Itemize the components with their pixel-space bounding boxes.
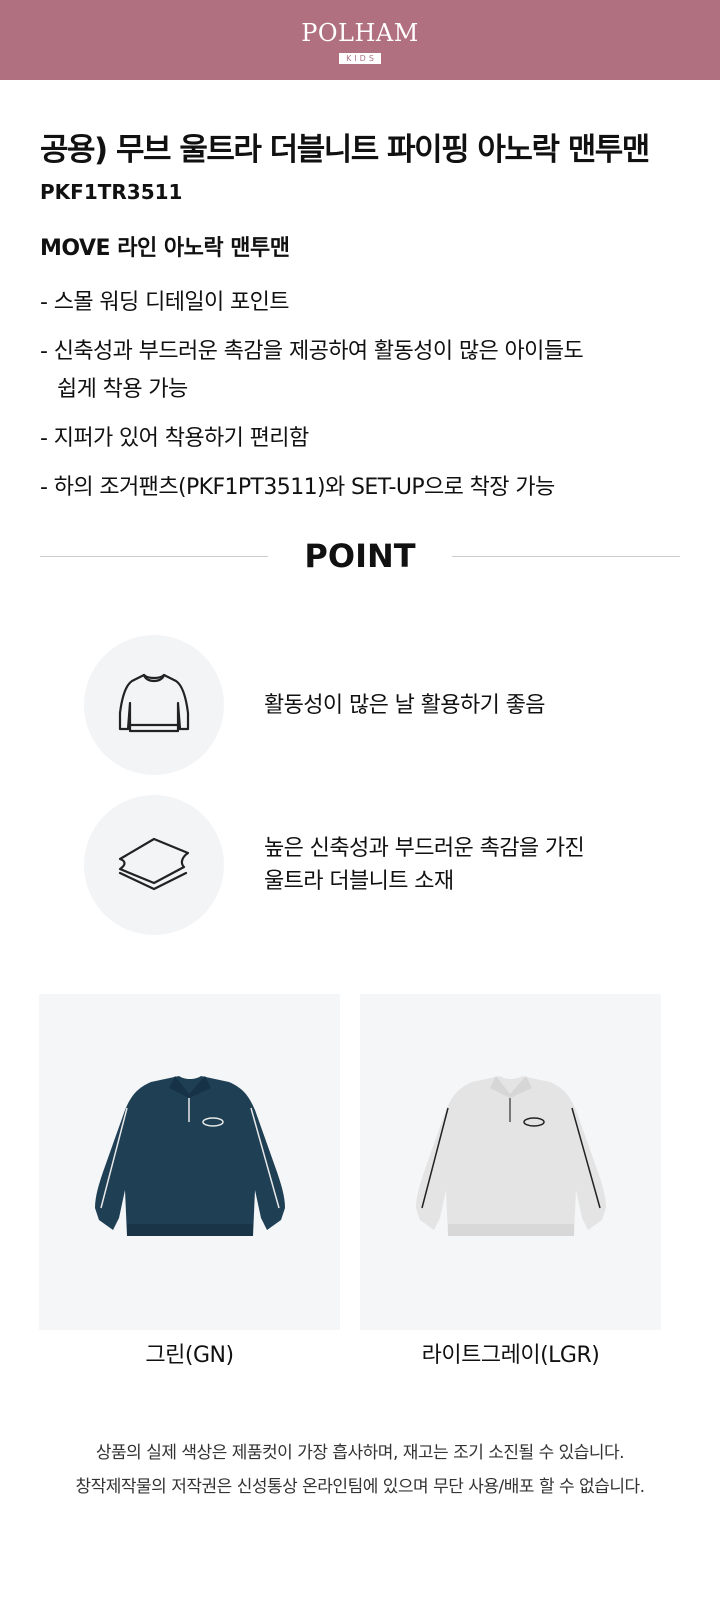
divider-right [452,556,680,557]
color-option-light-gray[interactable] [360,994,661,1330]
feature-list: - 스몰 워딩 디테일이 포인트 - 신축성과 부드러운 촉감을 제공하여 활동… [40,284,680,518]
feature-item: - 지퍼가 있어 착용하기 편리함 [40,426,309,451]
point-text-line: 높은 신축성과 부드러운 촉감을 가진 [264,836,585,861]
color-label-light-gray: 라이트그레이(LGR) [421,1343,600,1368]
feature-item: - 신축성과 부드러운 촉감을 제공하여 활동성이 많은 아이들도 쉽게 착용 … [40,333,680,409]
green-sweatshirt-image [95,1076,285,1236]
brand-logo[interactable]: POLHAM KIDS [0,20,720,65]
brand-header: POLHAM KIDS [0,0,720,80]
product-subtitle: MOVE 라인 아노락 맨투맨 [40,236,290,261]
feature-item: - 하의 조거팬츠(PKF1PT3511)와 SET-UP으로 착장 가능 [40,475,555,500]
point-text-line: 울트라 더블니트 소재 [264,869,454,894]
gray-sweatshirt-image [416,1076,606,1236]
product-code: PKF1TR3511 [40,180,183,204]
color-option-green[interactable] [39,994,340,1330]
feature-line: - 신축성과 부드러운 촉감을 제공하여 활동성이 많은 아이들도 [40,339,584,364]
brand-sub: KIDS [339,53,381,64]
point-heading-row: POINT [40,530,680,582]
notice-line: 상품의 실제 색상은 제품컷이 가장 흡사하며, 재고는 조기 소진될 수 있습… [95,1443,625,1463]
point-text: 활동성이 많은 날 활용하기 좋음 [264,693,546,718]
fabric-layers-icon [118,837,190,891]
brand-name: POLHAM [301,19,419,47]
notice-line: 창작제작물의 저작권은 신성통상 온라인팀에 있으며 무단 사용/배포 할 수 … [75,1477,645,1497]
sweatshirt-icon [118,673,190,733]
feature-item: - 스몰 워딩 디테일이 포인트 [40,290,290,315]
point-icon-circle [84,635,224,775]
color-label-green: 그린(GN) [145,1343,234,1368]
point-icon-circle [84,795,224,935]
point-text: 높은 신축성과 부드러운 촉감을 가진 울트라 더블니트 소재 [264,832,585,898]
feature-line: 쉽게 착용 가능 [57,377,188,402]
product-title: 공용) 무브 울트라 더블니트 파이핑 아노락 맨투맨 [40,132,650,168]
